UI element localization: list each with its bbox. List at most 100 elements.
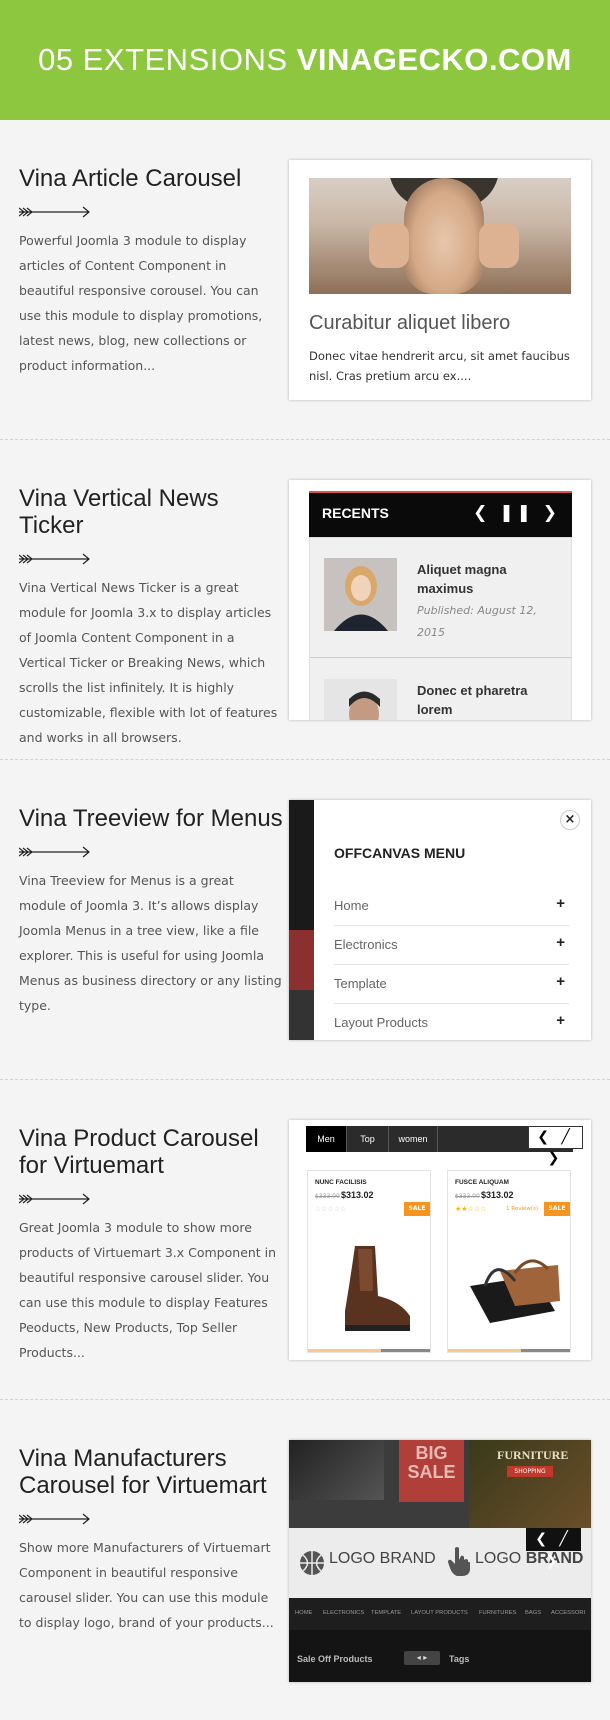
banner-furniture-text: FURNITURE [497,1448,569,1462]
tab-top[interactable]: Top [346,1126,388,1152]
big-sale-banner[interactable]: BIG SALE [399,1440,464,1502]
section-title: Vina Article Carousel [19,165,242,192]
furniture-banner[interactable]: FURNITURE SHOPPING [469,1440,591,1528]
section-description: Vina Vertical News Ticker is a great mod… [19,580,278,745]
arrow-icon [19,1513,90,1525]
close-icon[interactable]: × [560,810,580,830]
section-description: Great Joomla 3 module to show more produ… [19,1220,277,1360]
tab-women[interactable]: women [388,1126,438,1152]
rating-stars: ☆☆☆☆☆ [315,1205,347,1213]
tab-men[interactable]: Men [306,1126,346,1152]
section-description: Vina Treeview for Menus is a great modul… [19,873,282,1013]
section-title-line1: Vina Product Carousel [19,1125,259,1152]
product-old-price: $333.00 [315,1193,340,1200]
section-product-carousel: Vina Product Carousel for Virtuemart Gre… [0,1080,610,1400]
preview-product-carousel: Men Top women ❮ ╱ ❯ NUNC FACILISIS $333.… [289,1120,591,1360]
menu-item-label[interactable]: Layout Products [334,1015,428,1030]
menu-item-home[interactable]: Home + [334,887,569,926]
menu-link-accessories[interactable]: ACCESSORI [551,1610,585,1616]
pager-controls[interactable]: ◂ ▸ [404,1651,440,1665]
ticker-item[interactable]: Donec et pharetra lorem [310,659,571,720]
menu-item-label[interactable]: Template [334,976,387,991]
title-bold: VINAGECKO.COM [296,42,572,77]
carousel-nav-controls[interactable]: ❮ ╱ ❯ [528,1126,583,1166]
product-price: $313.02 [341,1190,374,1200]
arrow-icon [19,553,90,565]
review-count[interactable]: 1 Review(s) [506,1206,538,1212]
plus-icon[interactable]: + [556,895,565,912]
plus-icon[interactable]: + [556,973,565,990]
ticker-thumbnail[interactable] [324,679,397,720]
menu-item-template[interactable]: Template + [334,965,569,1004]
plus-icon[interactable]: + [556,1012,565,1029]
section-title: Vina Treeview for Menus [19,805,283,832]
ticker-item[interactable]: Aliquet magna maximus Published: August … [310,538,571,658]
hand-pointer-icon [448,1547,470,1576]
brand-logo-1[interactable]: LOGO BRAND [329,1550,436,1568]
menu-link-electronics[interactable]: ELECTRONICS [323,1610,364,1616]
brand-logo-2[interactable]: LOGO BRAND [475,1550,583,1568]
product-name[interactable]: NUNC FACILISIS [315,1179,367,1186]
section-title-line2: Carousel for Virtuemart [19,1472,267,1499]
carousel-nav-controls[interactable]: ❮ ╱ ❯ [526,1528,581,1569]
section-title: Vina Manufacturers Carousel for Virtuema… [19,1445,284,1499]
ticker-thumbnail[interactable] [324,558,397,631]
section-title-line1: Vina Manufacturers [19,1445,227,1472]
section-description: Powerful Joomla 3 module to display arti… [19,233,263,373]
menu-link-furnitures[interactable]: FURNITURES [479,1610,516,1616]
product-card[interactable]: FUSCE ALIQUAM $333.00 $313.02 ★★☆☆☆ 1 Re… [447,1170,571,1353]
bag-image[interactable] [460,1251,565,1331]
banner-sale-text: SALE [407,1462,456,1482]
product-price: $313.02 [481,1190,514,1200]
banner-big-text: BIG [415,1443,448,1463]
sale-off-heading: Sale Off Products [297,1654,373,1664]
product-card[interactable]: NUNC FACILISIS $333.00 $313.02 ☆☆☆☆☆ SAL… [307,1170,431,1353]
menu-item-electronics[interactable]: Electronics + [334,926,569,965]
ticker-label: RECENTS [322,505,389,521]
ticker-list: Aliquet magna maximus Published: August … [309,537,572,720]
title-light: 05 EXTENSIONS [38,42,288,77]
footer-strip: Sale Off Products ◂ ▸ Tags [289,1630,591,1682]
tags-heading: Tags [449,1654,470,1664]
ticker-item-title[interactable]: Donec et pharetra lorem [417,681,557,719]
plus-icon[interactable]: + [556,934,565,951]
menu-item-layout-products[interactable]: Layout Products + [334,1004,569,1040]
section-manufacturers: Vina Manufacturers Carousel for Virtuema… [0,1400,610,1720]
banner-area[interactable]: BIG SALE FURNITURE SHOPPING [289,1440,591,1528]
sale-badge: SALE [544,1202,570,1216]
section-description: Show more Manufacturers of Virtuemart Co… [19,1540,274,1630]
ticker-item-title[interactable]: Aliquet magna maximus [417,560,557,598]
menu-link-home[interactable]: HOME [295,1610,312,1616]
section-news-ticker: Vina Vertical News Ticker Vina Vertical … [0,440,610,760]
preview-article-carousel[interactable]: Curabitur aliquet libero Donec vitae hen… [289,160,591,400]
article-image[interactable] [309,178,571,294]
ticker-nav-controls[interactable]: ❮ ❚❚ ❯ [473,503,560,523]
offcanvas-backdrop[interactable] [289,800,314,1040]
ticker-header: RECENTS ❮ ❚❚ ❯ [309,491,572,537]
product-name[interactable]: FUSCE ALIQUAM [455,1179,509,1186]
arrow-icon [19,206,90,218]
preview-news-ticker: RECENTS ❮ ❚❚ ❯ Aliquet magna maximus Pub… [289,480,591,720]
boot-image[interactable] [330,1241,415,1336]
sale-badge: SALE [404,1202,430,1216]
menu-link-bags[interactable]: BAGS [525,1610,541,1616]
preview-manufacturers: BIG SALE FURNITURE SHOPPING LOGO BRAND L… [289,1440,591,1682]
brand-logo-2-light: LOGO [475,1550,522,1567]
page-header: 05 EXTENSIONS VINAGECKO.COM [0,0,610,120]
offcanvas-title: OFFCANVAS MENU [334,845,466,861]
article-title[interactable]: Curabitur aliquet libero [309,312,510,335]
menu-item-label[interactable]: Home [334,898,369,913]
section-article-carousel: Vina Article Carousel Powerful Joomla 3 … [0,120,610,440]
section-title-line2: for Virtuemart [19,1152,164,1179]
menu-link-layout-products[interactable]: LAYOUT PRODUCTS [411,1610,468,1616]
ticker-item-date: Published: August 12, 2015 [417,604,537,639]
store-menu: HOME ELECTRONICS TEMPLATE LAYOUT PRODUCT… [289,1598,591,1630]
product-old-price: $333.00 [455,1193,480,1200]
basketball-icon [300,1551,324,1575]
menu-item-label[interactable]: Electronics [334,937,398,952]
arrow-icon [19,1193,90,1205]
banner-shopping-text: SHOPPING [507,1466,553,1477]
rating-stars: ★★☆☆☆ [455,1205,487,1213]
section-title: Vina Vertical News Ticker [19,485,219,539]
menu-link-template[interactable]: TEMPLATE [371,1610,401,1616]
